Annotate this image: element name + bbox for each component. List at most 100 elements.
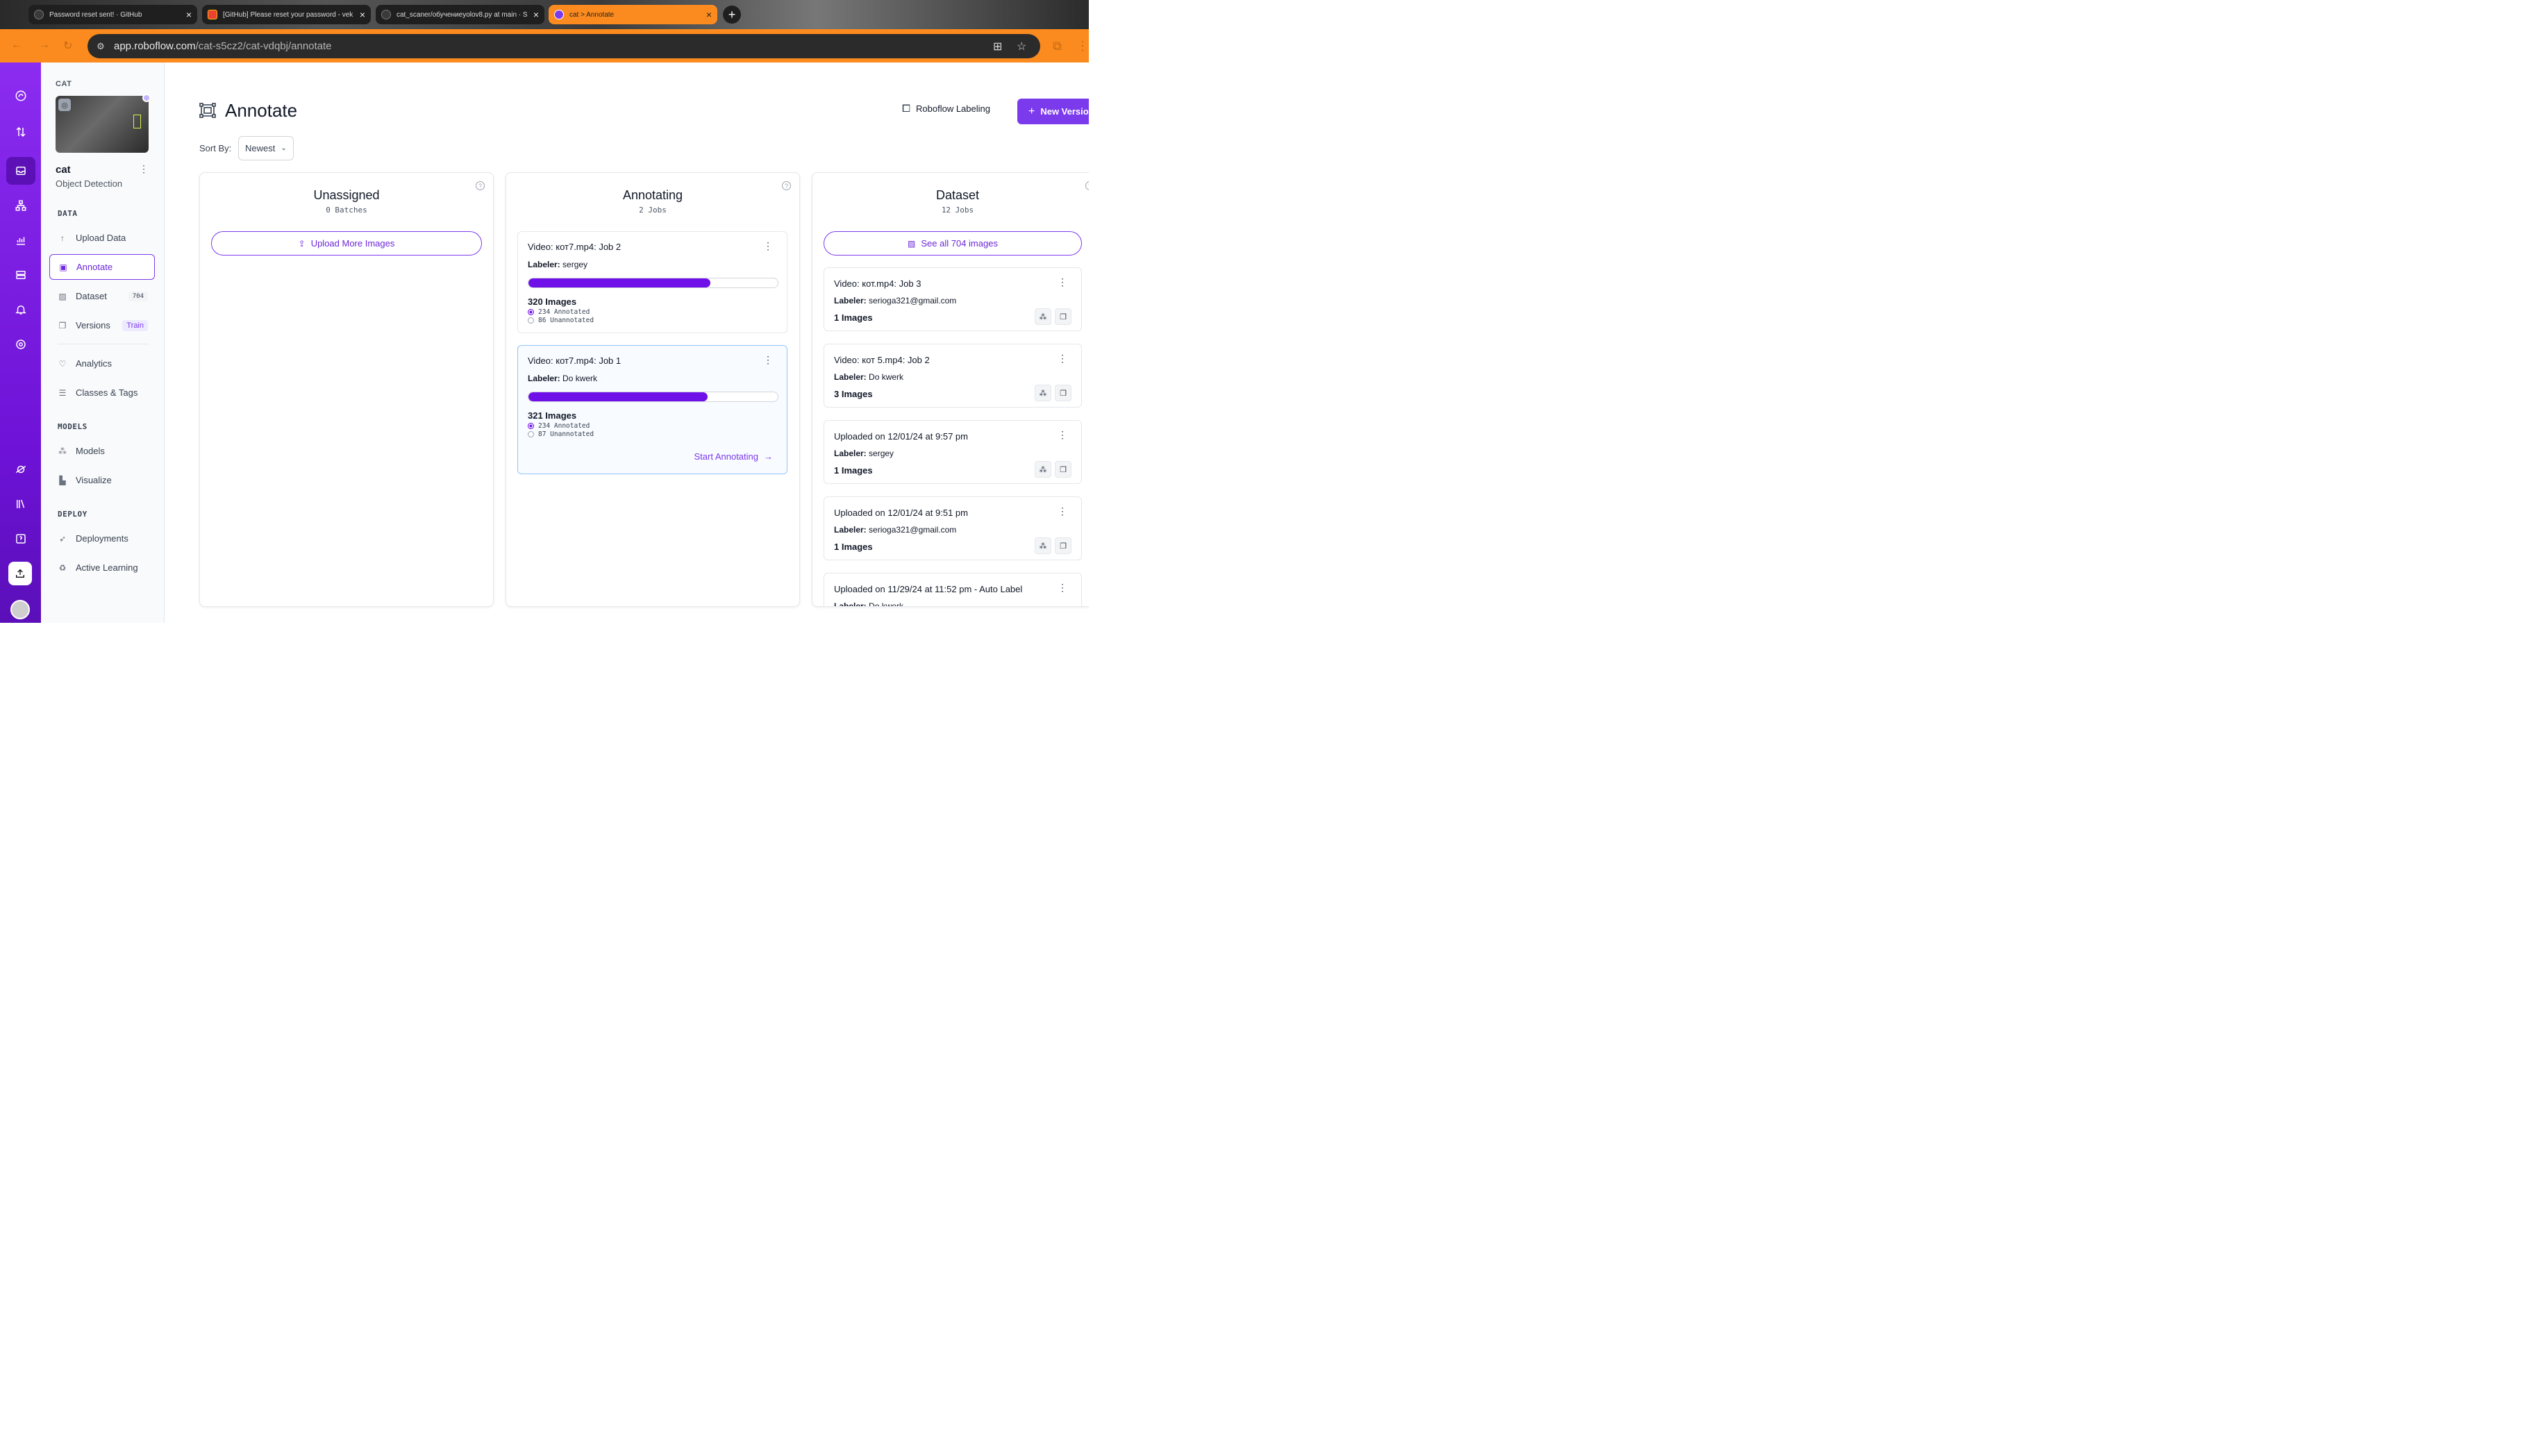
job-card[interactable]: Video: кот7.mp4: Job 2 ⋮ Labeler: sergey…: [517, 231, 787, 333]
browser-menu-icon[interactable]: ⋮: [1076, 39, 1089, 53]
help-icon[interactable]: ?: [782, 181, 791, 190]
site-settings-icon[interactable]: ⚙: [94, 40, 107, 53]
browser-tab[interactable]: [GitHub] Please reset your password - ve…: [202, 5, 371, 24]
sort-select[interactable]: Newest ⌄: [238, 136, 294, 160]
sort-label: Sort By:: [199, 143, 232, 153]
job-image-count: 1 Images: [834, 312, 873, 323]
extensions-icon[interactable]: ⧉: [1053, 39, 1062, 53]
bookmark-star-icon[interactable]: ☆: [1017, 40, 1026, 53]
docs-library-icon[interactable]: [6, 490, 35, 518]
project-sidebar: CAT ◎ cat ⋮ Object Detection DATA ↑ Uplo…: [41, 62, 165, 623]
job-labeler: Labeler: Do kwerk: [528, 374, 598, 383]
sidebar-item-analytics[interactable]: ♡ Analytics: [49, 351, 155, 376]
kebab-menu-icon[interactable]: ⋮: [139, 163, 149, 175]
dataset-job-card[interactable]: Video: кот.mp4: Job 3 ⋮ Labeler: serioga…: [824, 267, 1082, 331]
sidebar-item-visualize[interactable]: ▙ Visualize: [49, 467, 155, 493]
sort-arrows-icon[interactable]: [6, 118, 35, 146]
settings-gear-icon[interactable]: [6, 330, 35, 358]
url-text: app.roboflow.com/cat-s5cz2/cat-vdqbj/ann…: [114, 40, 332, 52]
project-thumbnail[interactable]: ◎: [56, 96, 149, 153]
see-all-images-button[interactable]: ▨ See all 704 images: [824, 231, 1082, 256]
dataset-job-card[interactable]: Uploaded on 12/01/24 at 9:51 pm ⋮ Labele…: [824, 496, 1082, 560]
upload-icon[interactable]: [8, 562, 32, 585]
kebab-menu-icon[interactable]: ⋮: [1058, 353, 1067, 365]
job-image-count: 1 Images: [834, 465, 873, 476]
roboflow-labeling-button[interactable]: ⧠ Roboflow Labeling: [902, 103, 990, 115]
browser-tab-active[interactable]: cat > Annotate ×: [549, 5, 717, 24]
notifications-bell-icon[interactable]: [6, 296, 35, 324]
sort-value: Newest: [245, 143, 276, 153]
annotated-dot: [528, 423, 534, 429]
model-nodes-icon: ⁂: [58, 446, 67, 456]
dataset-job-card[interactable]: Video: кот 5.mp4: Job 2 ⋮ Labeler: Do kw…: [824, 344, 1082, 408]
github-icon: [34, 10, 44, 19]
kebab-menu-icon[interactable]: ⋮: [1058, 582, 1067, 594]
sidebar-item-versions[interactable]: ❐ Versions Train: [49, 312, 155, 338]
column-title: Unassigned: [313, 188, 380, 202]
kebab-menu-icon[interactable]: ⋮: [1058, 276, 1067, 288]
address-bar[interactable]: ⚙ app.roboflow.com/cat-s5cz2/cat-vdqbj/a…: [87, 34, 1040, 58]
annotate-icon: ▣: [59, 262, 67, 272]
projects-icon[interactable]: [6, 157, 35, 185]
chart-icon: ▙: [59, 475, 66, 485]
start-annotating-link[interactable]: Start Annotating →: [694, 451, 773, 462]
job-card[interactable]: Video: кот7.mp4: Job 1 ⋮ Labeler: Do kwe…: [517, 345, 787, 474]
translate-icon[interactable]: ⊞: [993, 40, 1002, 53]
close-icon[interactable]: ×: [186, 9, 192, 20]
help-icon[interactable]: [6, 525, 35, 553]
model-nodes-icon[interactable]: ⁂: [1035, 385, 1051, 401]
unannotated-dot: [528, 317, 534, 324]
folder-icon[interactable]: ❐: [1055, 385, 1071, 401]
upload-more-images-button[interactable]: ⇪ Upload More Images: [211, 231, 482, 256]
folder-icon[interactable]: ❐: [1055, 461, 1071, 478]
forward-icon[interactable]: →: [39, 39, 50, 51]
user-avatar[interactable]: [10, 600, 30, 619]
dataset-job-card[interactable]: Uploaded on 11/29/24 at 11:52 pm - Auto …: [824, 573, 1082, 606]
close-icon[interactable]: ×: [706, 9, 712, 20]
new-version-button[interactable]: + New Version: [1017, 99, 1089, 124]
sidebar-item-active-learning[interactable]: ♻ Active Learning: [49, 555, 155, 580]
sidebar-item-upload-data[interactable]: ↑ Upload Data: [49, 225, 155, 251]
dataset-job-card[interactable]: Uploaded on 12/01/24 at 9:57 pm ⋮ Labele…: [824, 420, 1082, 484]
close-icon[interactable]: ×: [360, 9, 365, 20]
job-labeler: Labeler: serioga321@gmail.com: [834, 296, 957, 306]
model-nodes-icon[interactable]: ⁂: [1035, 308, 1051, 325]
help-icon[interactable]: ?: [476, 181, 485, 190]
workflows-icon[interactable]: [6, 192, 35, 219]
page-title: Annotate: [225, 100, 298, 121]
kebab-menu-icon[interactable]: ⋮: [1058, 429, 1067, 441]
deployments-server-icon[interactable]: [6, 261, 35, 289]
sidebar-item-label: Annotate: [76, 262, 113, 272]
sidebar-item-deployments[interactable]: ➶ Deployments: [49, 526, 155, 551]
analytics-icon[interactable]: [6, 226, 35, 254]
job-title: Uploaded on 12/01/24 at 9:57 pm: [834, 431, 968, 442]
recycle-icon: ♻: [58, 562, 67, 573]
reload-icon[interactable]: ↻: [63, 39, 72, 53]
roboflow-logo-icon[interactable]: [6, 82, 35, 110]
universe-icon[interactable]: [6, 455, 35, 483]
project-type: Object Detection: [56, 178, 123, 189]
sidebar-item-models[interactable]: ⁂ Models: [49, 438, 155, 464]
browser-tab[interactable]: cat_scaner/обучениеyolov8.py at main · S…: [376, 5, 544, 24]
kebab-menu-icon[interactable]: ⋮: [1058, 505, 1067, 517]
back-icon[interactable]: ←: [11, 39, 22, 51]
kebab-menu-icon[interactable]: ⋮: [763, 240, 773, 252]
model-nodes-icon[interactable]: ⁂: [1035, 537, 1051, 554]
new-tab-button[interactable]: +: [723, 6, 741, 24]
kebab-menu-icon[interactable]: ⋮: [763, 354, 773, 366]
start-annotating-label: Start Annotating: [694, 451, 758, 462]
folder-icon[interactable]: ❐: [1055, 537, 1071, 554]
sidebar-item-dataset[interactable]: ▨ Dataset 704: [49, 283, 155, 309]
arrow-up-icon: ↑: [60, 233, 65, 243]
plus-icon: +: [1028, 105, 1035, 117]
sidebar-item-label: Deployments: [76, 533, 128, 544]
folder-icon[interactable]: ❐: [1055, 308, 1071, 325]
close-icon[interactable]: ×: [533, 9, 539, 20]
bounding-box: [133, 115, 141, 128]
browser-tabstrip: Password reset sent! · GitHub × [GitHub]…: [0, 0, 1089, 29]
dataset-count-badge: 704: [128, 291, 148, 301]
browser-tab[interactable]: Password reset sent! · GitHub ×: [28, 5, 197, 24]
model-nodes-icon[interactable]: ⁂: [1035, 461, 1051, 478]
sidebar-item-classes-tags[interactable]: ☰ Classes & Tags: [49, 380, 155, 405]
sidebar-item-annotate[interactable]: ▣ Annotate: [49, 254, 155, 280]
